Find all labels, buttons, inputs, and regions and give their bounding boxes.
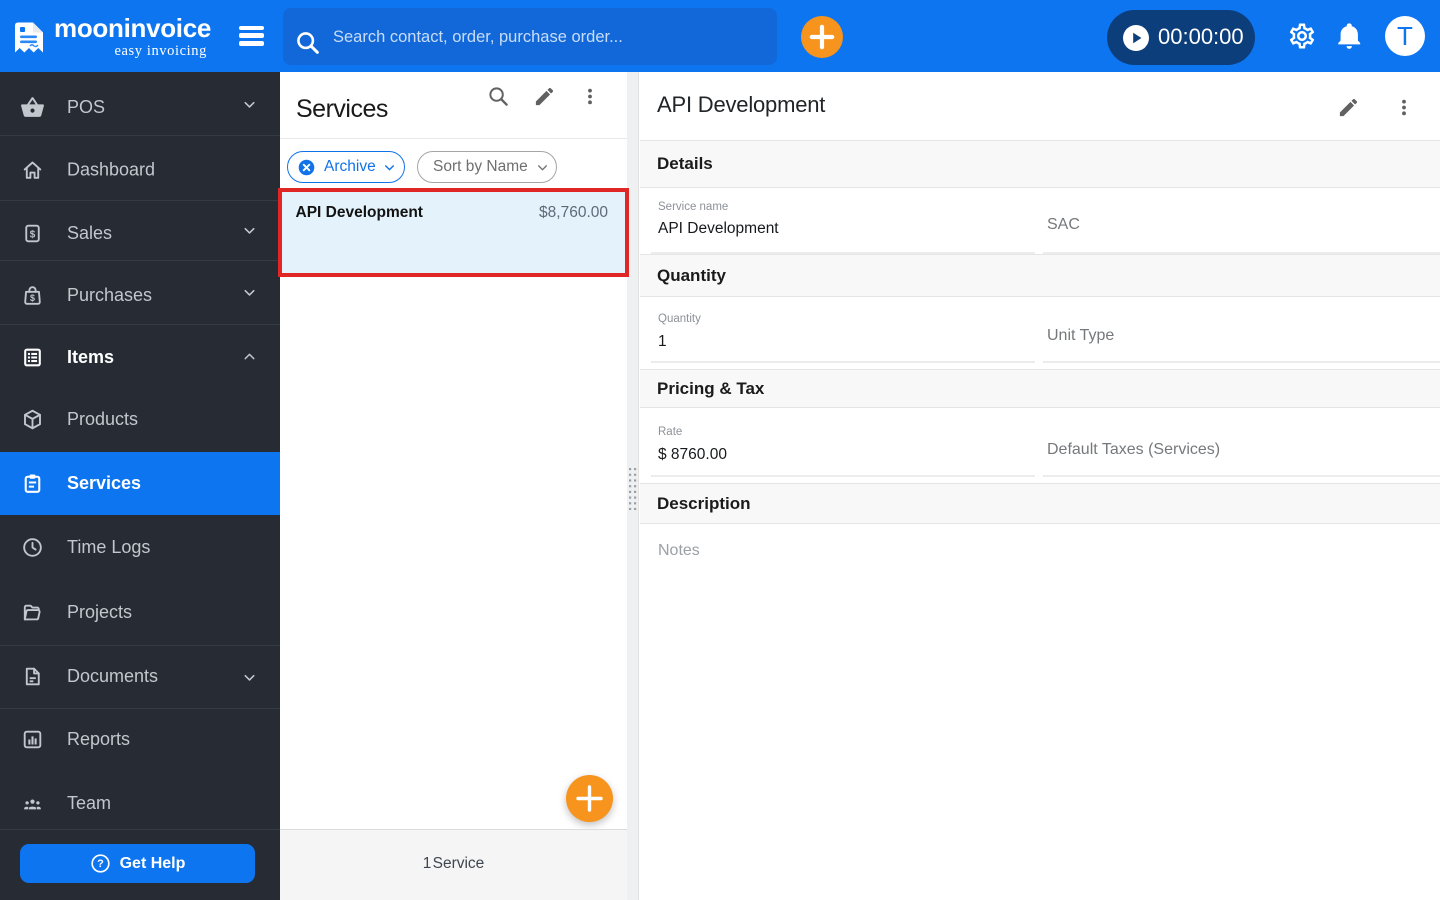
svg-text:?: ? [97, 858, 104, 870]
svg-text:$: $ [30, 229, 36, 240]
svg-text:$: $ [30, 292, 35, 302]
